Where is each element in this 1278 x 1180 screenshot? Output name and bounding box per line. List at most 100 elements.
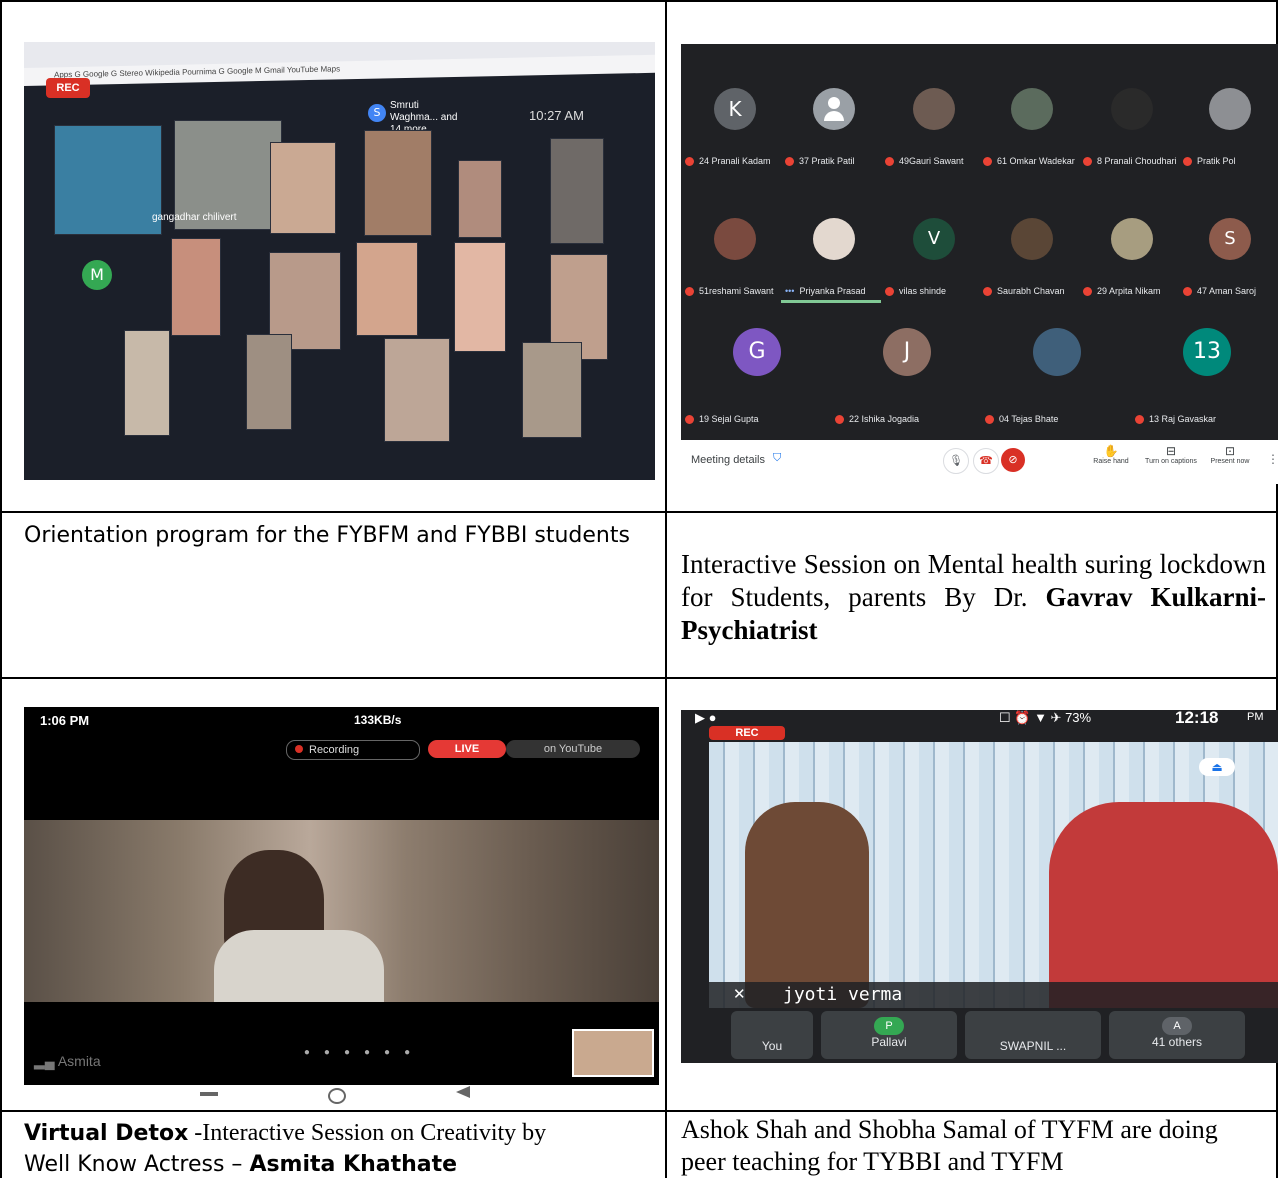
video-tile (458, 160, 502, 238)
video-tile (454, 242, 506, 352)
participant-name: 49Gauri Sawant (885, 156, 964, 167)
table-divider-3 (0, 1110, 1278, 1112)
raise-hand-button[interactable]: ✋ Raise hand (1089, 444, 1133, 465)
mic-off-icon (685, 157, 694, 167)
participant-name: Pratik Pol (1183, 156, 1236, 167)
table-border-middle (665, 0, 667, 1178)
video-tile (54, 125, 162, 235)
avatar-initial: S (1224, 228, 1236, 249)
mic-off-icon (685, 415, 694, 425)
photo-peer-teaching: ▶ ● ☐ ⏰ ▼ ✈ 73% 12:18 PM REC ⏏ ✕ jyoti v… (681, 710, 1278, 1063)
hangup-button[interactable]: ☎ (973, 448, 999, 474)
mic-off-icon (785, 157, 794, 167)
video-tile (171, 238, 221, 336)
speaker-body (214, 930, 384, 1002)
avatar-initial: J (903, 339, 911, 364)
photo-mental-health-meeting: K 24 Pranali Kadam 37 Pratik Patil 49Gau… (681, 44, 1278, 484)
avatar-initial: A (1162, 1017, 1192, 1035)
pin-icon[interactable]: ⏏ (1199, 758, 1235, 776)
speaker-video: ⏏ ✕ jyoti verma (709, 742, 1278, 1008)
participant-avatar (1011, 218, 1053, 260)
home-button[interactable] (328, 1088, 346, 1104)
video-tile (384, 338, 450, 442)
table-divider-1 (0, 511, 1278, 513)
speaker-name: ▂▄ Asmita (34, 1053, 101, 1069)
youtube-label: on YouTube (506, 740, 640, 758)
caption-peer-teaching: Ashok Shah and Shobha Samal of TYFM are … (681, 1115, 1218, 1176)
self-view-thumbnail (572, 1029, 654, 1077)
participant-avatar (1111, 88, 1153, 130)
participant-avatar: M (82, 260, 112, 290)
mic-off-icon (885, 157, 894, 167)
status-icons: ☐ ⏰ ▼ ✈ 73% (999, 710, 1092, 725)
participant-name: 8 Pranali Choudhari (1083, 156, 1177, 167)
participant-avatar: G (733, 328, 781, 376)
video-tile (270, 142, 336, 234)
back-button[interactable] (456, 1086, 470, 1098)
mic-off-icon (1183, 157, 1192, 167)
shield-icon: ⛉ (773, 452, 782, 464)
participant-avatar (1209, 88, 1251, 130)
participant-name: 37 Pratik Patil (785, 156, 855, 167)
recent-apps-button[interactable] (200, 1092, 218, 1096)
record-dot-icon (295, 745, 303, 753)
participant-avatar: V (913, 218, 955, 260)
avatar-initial: K (728, 97, 742, 121)
mic-off-icon (885, 287, 894, 297)
hand-icon: ✋ (1103, 444, 1119, 458)
participant-name: ••• Priyanka Prasad (785, 286, 866, 296)
table-border-left (0, 0, 2, 1178)
participant-name: 19 Sejal Gupta (685, 414, 759, 425)
youtube-icon: ▶ ● (695, 710, 717, 725)
table-border-top (0, 0, 1278, 2)
photo-orientation-meeting: Apps G Google G Stereo Wikipedia Pournim… (24, 42, 655, 480)
rec-badge: REC (709, 726, 785, 740)
participant-chip[interactable]: P Pallavi (821, 1011, 957, 1059)
participant-avatar (1033, 328, 1081, 376)
mic-button[interactable]: 🎙 (943, 448, 969, 474)
rec-badge: REC (46, 78, 90, 98)
mic-off-icon (835, 415, 844, 425)
more-options-icon[interactable]: ⋮ (1267, 452, 1278, 466)
captions-button[interactable]: ⊟ Turn on captions (1141, 444, 1201, 465)
participant-name: 61 Omkar Wadekar (983, 156, 1075, 167)
participant-name: gangadhar chilivert (152, 212, 237, 223)
present-icon: ⊡ (1224, 444, 1236, 458)
presenter-avatar: S (368, 104, 386, 122)
camera-off-button[interactable]: ⊘ (1001, 448, 1025, 472)
participant-avatar (913, 88, 955, 130)
speaker-label-bar: ✕ jyoti verma (709, 982, 1278, 1008)
status-time: 12:18 (1175, 710, 1219, 727)
status-ampm: PM (1247, 711, 1264, 723)
live-badge: LIVE (428, 740, 506, 758)
mic-off-icon (983, 287, 992, 297)
video-tile (522, 342, 582, 438)
participant-name: 29 Arpita Nikam (1083, 286, 1161, 297)
participant-chip[interactable]: You (731, 1011, 813, 1059)
mic-off-icon (1083, 157, 1092, 167)
participant-avatar (813, 218, 855, 260)
video-tile (364, 130, 432, 236)
speaking-indicator (781, 300, 881, 303)
participant-chip[interactable]: SWAPNIL ... (965, 1011, 1101, 1059)
avatar-initial: G (748, 339, 766, 364)
speaker-video (24, 820, 659, 1002)
avatar-initial: P (874, 1017, 904, 1035)
mic-off-icon: ✕ (733, 986, 746, 1003)
present-button[interactable]: ⊡ Present now (1205, 444, 1255, 465)
meeting-time: 10:27 AM (529, 108, 584, 123)
participant-name: 51reshami Sawant (685, 286, 774, 297)
mic-off-icon (685, 287, 694, 297)
meeting-details-button[interactable]: Meeting details (691, 454, 765, 466)
status-time: 1:06 PM (40, 713, 90, 728)
video-tile (246, 334, 292, 430)
participant-chip[interactable]: A 41 others (1109, 1011, 1245, 1059)
caption-orientation: Orientation program for the FYBFM and FY… (24, 523, 630, 548)
photo-virtual-detox-live: 1:06 PM 133KB/s Recording LIVE on YouTub… (24, 707, 659, 1085)
page-dots: ●●●●●● (303, 1047, 425, 1058)
participant-name: Saurabh Chavan (983, 286, 1065, 297)
table-divider-2 (0, 677, 1278, 679)
participant-avatar (1011, 88, 1053, 130)
student-figure (1049, 802, 1278, 1008)
mic-off-icon (985, 415, 994, 425)
